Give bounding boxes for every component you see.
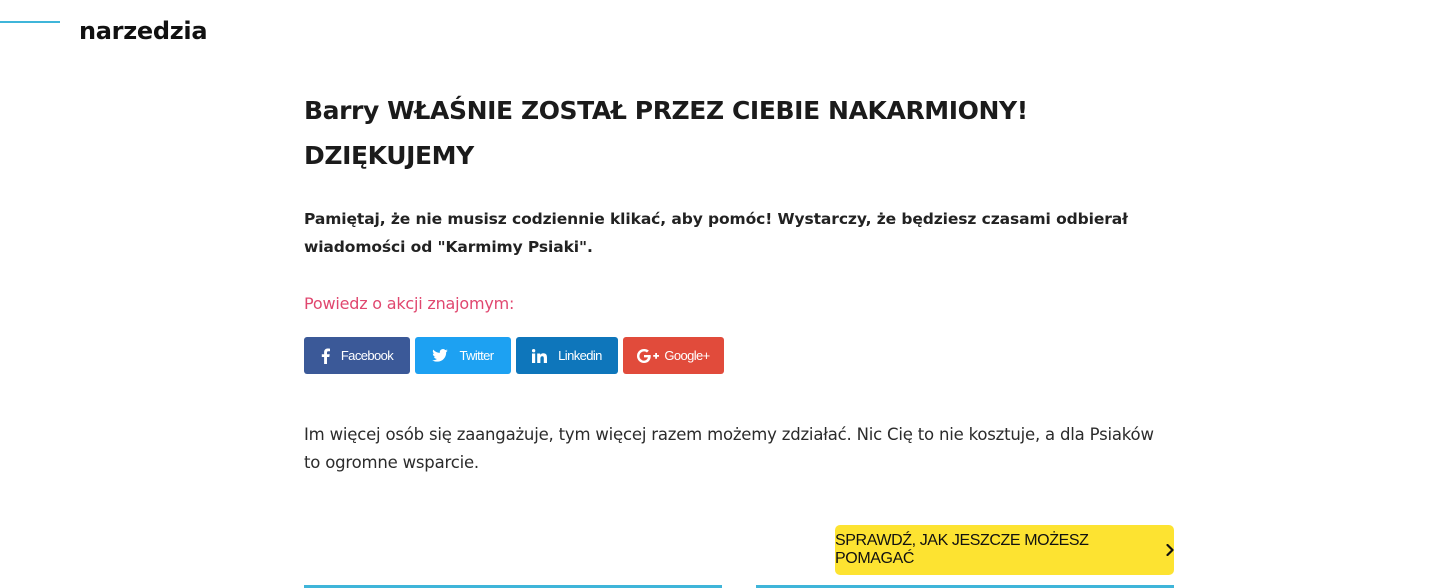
facebook-label: Facebook: [340, 348, 394, 363]
chevron-right-icon: [1166, 544, 1174, 556]
share-buttons: Facebook Twitter Linkedin Google+: [304, 337, 1174, 374]
lead-paragraph: Pamiętaj, że nie musisz codziennie klika…: [304, 210, 1128, 256]
page-title: Barry WŁAŚNIE ZOSTAŁ PRZEZ CIEBIE NAKARM…: [304, 88, 1174, 178]
google-plus-label: Google+: [664, 348, 710, 363]
linkedin-icon: [532, 348, 548, 363]
accent-line: [0, 21, 60, 23]
help-more-label: SPRAWDŹ, JAK JESZCZE MOŻESZ POMAGAĆ: [835, 532, 1089, 567]
help-more-button[interactable]: SPRAWDŹ, JAK JESZCZE MOŻESZ POMAGAĆ: [835, 525, 1174, 575]
facebook-share-button[interactable]: Facebook: [304, 337, 410, 374]
brand-text[interactable]: narzedzia: [79, 17, 208, 45]
twitter-share-button[interactable]: Twitter: [415, 337, 511, 374]
page: narzedzia Barry WŁAŚNIE ZOSTAŁ PRZEZ CIE…: [0, 0, 1450, 588]
linkedin-label: Linkedin: [558, 348, 602, 363]
linkedin-share-button[interactable]: Linkedin: [516, 337, 618, 374]
facebook-icon: [321, 348, 330, 364]
share-prompt: Powiedz o akcji znajomym:: [304, 294, 515, 313]
google-plus-share-button[interactable]: Google+: [623, 337, 724, 374]
body-paragraph: Im więcej osób się zaangażuje, tym więce…: [304, 425, 1154, 472]
title-line-1: Barry WŁAŚNIE ZOSTAŁ PRZEZ CIEBIE NAKARM…: [304, 96, 1028, 125]
twitter-label: Twitter: [459, 348, 494, 363]
twitter-icon: [432, 349, 449, 362]
main-content: Barry WŁAŚNIE ZOSTAŁ PRZEZ CIEBIE NAKARM…: [304, 88, 1174, 477]
google-plus-icon: [637, 348, 660, 363]
title-line-2: DZIĘKUJEMY: [304, 141, 474, 170]
